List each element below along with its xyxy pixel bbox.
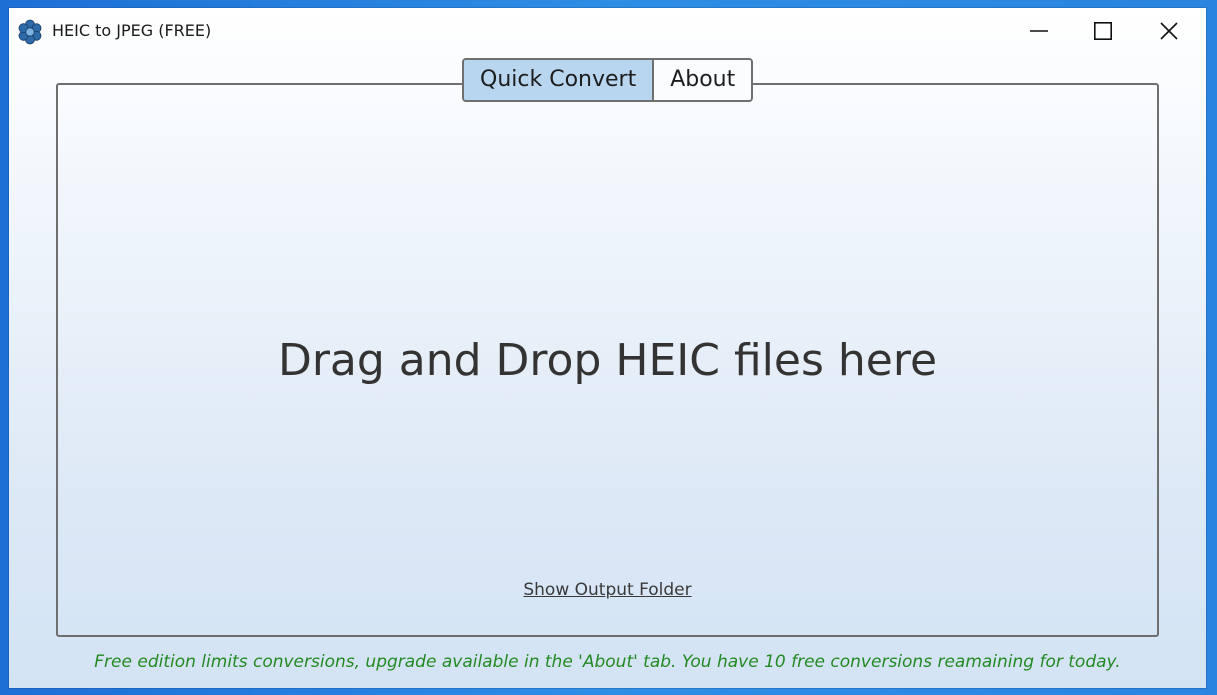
maximize-button[interactable] [1071,8,1135,54]
maximize-icon [1094,22,1112,40]
tab-quick-convert[interactable]: Quick Convert [464,60,655,100]
window-title: HEIC to JPEG (FREE) [52,21,212,40]
drop-zone[interactable]: Drag and Drop HEIC files here Show Outpu… [56,83,1159,637]
show-output-folder-link[interactable]: Show Output Folder [523,580,691,600]
title-bar[interactable]: HEIC to JPEG (FREE) [9,8,1206,54]
tab-strip: Quick Convert About [462,58,754,102]
flower-logo-icon [17,19,43,45]
tab-about[interactable]: About [654,60,751,100]
close-button[interactable] [1137,8,1201,54]
close-icon [1160,22,1178,40]
free-edition-notice: Free edition limits conversions, upgrade… [94,652,1121,672]
app-window: HEIC to JPEG (FREE) Quick Convert About … [9,8,1206,688]
output-link-row: Show Output Folder [58,580,1157,600]
minimize-icon [1030,22,1048,40]
drop-instruction: Drag and Drop HEIC files here [277,335,938,386]
minimize-button[interactable] [1007,8,1071,54]
